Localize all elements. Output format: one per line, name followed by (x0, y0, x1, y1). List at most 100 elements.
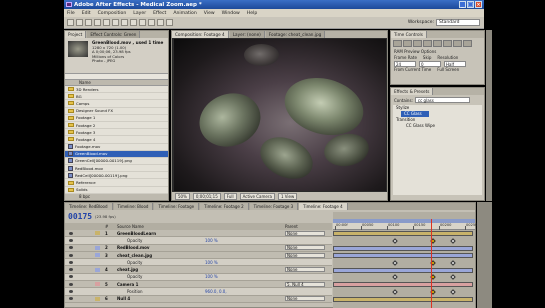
menu-view[interactable]: View (204, 11, 215, 16)
ram-preview-icon[interactable] (463, 40, 472, 47)
audio-icon[interactable] (443, 40, 452, 47)
project-item[interactable]: Solids (65, 187, 168, 194)
effects-search-input[interactable]: cc glass (414, 97, 470, 103)
property-value[interactable]: 100 % (205, 238, 218, 243)
tab-composition[interactable]: Composition: Footage 4 (172, 31, 229, 38)
layer-duration-bar[interactable] (333, 282, 473, 288)
tab-timeline[interactable]: Timeline: Footage 2 (200, 203, 249, 210)
label-color-swatch[interactable] (95, 231, 100, 236)
visibility-eye-icon[interactable] (69, 260, 73, 264)
time-ruler[interactable]: 00:00f 00050 00100 00150 00200 00250 (333, 223, 477, 230)
parent-dropdown[interactable]: None (285, 230, 325, 236)
project-item[interactable]: RedBlood.mov (65, 165, 168, 173)
zoom-dropdown[interactable]: 50% (175, 192, 190, 200)
project-item[interactable]: BG (65, 93, 168, 101)
tab-timeline[interactable]: Timeline: Blood (113, 203, 154, 210)
property-row[interactable]: Opacity 100 % (65, 259, 332, 267)
current-timecode[interactable]: 0;00;01;15 (192, 192, 221, 200)
project-item[interactable]: Reference (65, 179, 168, 187)
menu-edit[interactable]: Edit (82, 11, 91, 16)
project-item[interactable]: Footage 2 (65, 122, 168, 130)
tab-effects-presets[interactable]: Effects & Presets (391, 88, 434, 95)
previous-frame-icon[interactable] (403, 40, 412, 47)
from-current-time-checkbox[interactable]: From Current Time (394, 67, 431, 73)
visibility-eye-icon[interactable] (69, 246, 73, 250)
current-time-display[interactable]: 00175 (68, 212, 92, 221)
parent-dropdown[interactable]: None (285, 245, 325, 251)
keyframe-icon[interactable] (392, 259, 398, 266)
workspace-dropdown[interactable]: Standard (436, 19, 480, 26)
project-item[interactable]: Footage 1 (65, 115, 168, 122)
tab-effect-controls[interactable]: Effect Controls: Green (87, 31, 141, 38)
source-name-column-header[interactable]: Source Name (117, 224, 144, 229)
rotate-tool-icon[interactable] (94, 19, 101, 26)
brush-tool-icon[interactable] (148, 19, 155, 26)
tab-timeline[interactable]: Timeline: Footage 3 (249, 203, 299, 210)
menu-layer[interactable]: Layer (133, 11, 146, 16)
orbit-camera-tool-icon[interactable] (103, 19, 110, 26)
keyframe-icon[interactable] (392, 274, 398, 281)
keyframe-icon[interactable] (450, 259, 456, 266)
menu-window[interactable]: Window (222, 11, 240, 16)
current-time-indicator[interactable] (431, 219, 432, 308)
project-item[interactable]: Comps (65, 100, 168, 108)
clone-stamp-tool-icon[interactable] (157, 19, 164, 26)
label-color-swatch[interactable] (95, 253, 100, 258)
tab-time-controls[interactable]: Time Controls (391, 31, 427, 38)
property-row[interactable]: Opacity 100 % (65, 237, 332, 245)
zoom-tool-icon[interactable] (85, 19, 92, 26)
first-frame-icon[interactable] (393, 40, 402, 47)
layer-row[interactable]: 3 cheat_clean.jpg None (65, 251, 332, 260)
text-tool-icon[interactable] (139, 19, 146, 26)
menu-help[interactable]: Help (247, 11, 257, 16)
project-item[interactable]: Designer Sound FX (65, 108, 168, 115)
project-item[interactable]: GreenBlood.mov (65, 150, 168, 158)
play-icon[interactable] (413, 40, 422, 47)
visibility-eye-icon[interactable] (69, 282, 73, 286)
layer-row[interactable]: 2 RedBlood.mov None (65, 244, 332, 252)
project-item[interactable]: Footage 4 (65, 136, 168, 144)
last-frame-icon[interactable] (433, 40, 442, 47)
project-item[interactable]: 3D Renders (65, 86, 168, 94)
parent-dropdown[interactable]: None (285, 267, 325, 273)
layer-row[interactable]: 5 Camera 1 5. Null 4 (65, 281, 332, 289)
mask-tool-icon[interactable] (121, 19, 128, 26)
resolution-dropdown[interactable]: Full (223, 192, 237, 200)
maximize-button[interactable]: □ (467, 1, 474, 8)
menu-file[interactable]: File (67, 11, 75, 16)
minimize-button[interactable]: _ (459, 1, 466, 8)
eraser-tool-icon[interactable] (166, 19, 173, 26)
property-value[interactable]: 960.0, 0.0, (205, 289, 227, 294)
tab-project[interactable]: Project (65, 31, 87, 38)
label-color-swatch[interactable] (95, 267, 100, 272)
layer-row[interactable]: 1 GreenBloodLearn None (65, 230, 332, 238)
keyframe-icon[interactable] (450, 274, 456, 281)
timeline-graph[interactable]: 00:00f 00050 00100 00150 00200 00250 (333, 212, 477, 308)
project-item[interactable]: GreenCell[00000-00119].png (65, 158, 168, 166)
property-row[interactable]: Opacity 100 % (65, 273, 332, 282)
pan-behind-tool-icon[interactable] (112, 19, 119, 26)
views-dropdown[interactable]: 1 View (277, 192, 298, 200)
property-value[interactable]: 100 % (205, 274, 218, 279)
visibility-eye-icon[interactable] (69, 231, 73, 235)
parent-dropdown[interactable]: 5. Null 4 (285, 281, 325, 287)
menu-effect[interactable]: Effect (153, 11, 166, 16)
loop-icon[interactable] (453, 40, 462, 47)
layer-duration-bar[interactable] (333, 245, 473, 251)
layer-row[interactable]: 4 cheat.jpg None (65, 266, 332, 274)
label-color-swatch[interactable] (95, 245, 100, 250)
keyframe-icon[interactable] (450, 289, 456, 295)
hand-tool-icon[interactable] (76, 19, 83, 26)
tab-layer[interactable]: Layer: (none) (229, 31, 265, 38)
layer-row[interactable]: 6 Null 4 None (65, 295, 332, 303)
camera-dropdown[interactable]: Active Camera (239, 192, 275, 200)
visibility-eye-icon[interactable] (69, 297, 73, 301)
menu-composition[interactable]: Composition (98, 11, 127, 16)
tab-timeline[interactable]: Timeline: Footage 4 (299, 203, 348, 210)
close-button[interactable]: × (475, 1, 482, 8)
next-frame-icon[interactable] (423, 40, 432, 47)
tab-timeline[interactable]: Timeline: RedBlood (65, 203, 113, 210)
project-item[interactable]: Footage.mov (65, 144, 168, 151)
visibility-eye-icon[interactable] (69, 290, 73, 294)
property-value[interactable]: 100 % (205, 260, 218, 265)
